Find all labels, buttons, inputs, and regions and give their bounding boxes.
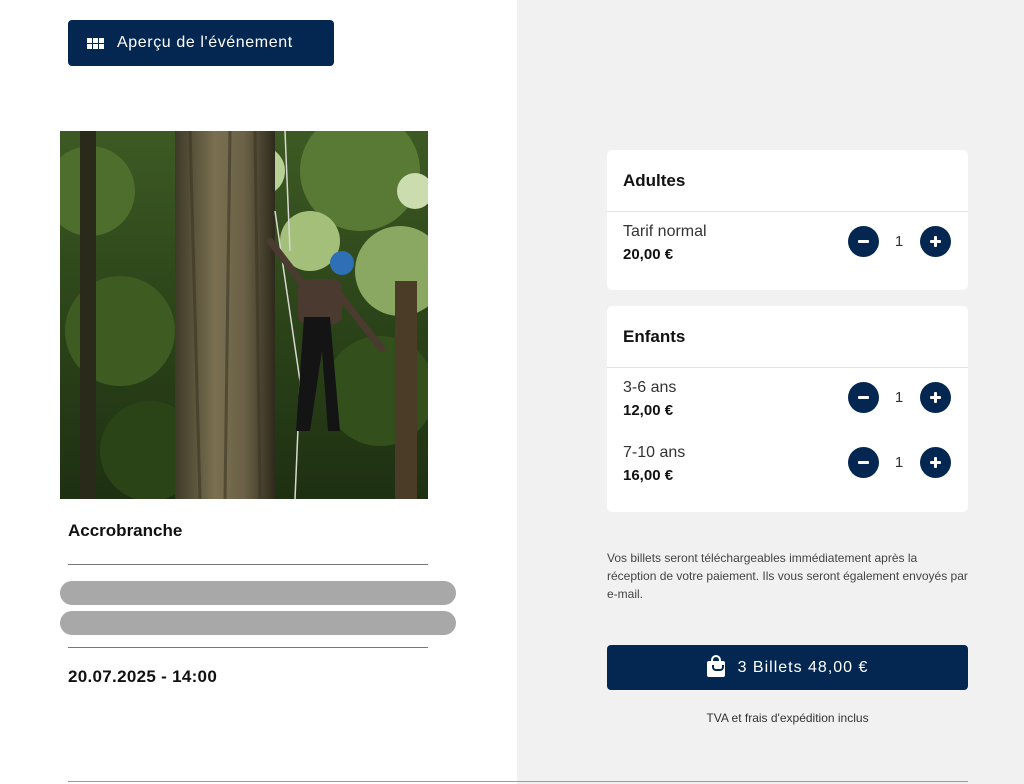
ticket-card-heading: Enfants	[607, 306, 968, 368]
redacted-info-line	[60, 611, 456, 635]
event-overview-label: Aperçu de l'événement	[117, 34, 293, 51]
ticket-card-adults: Adultes Tarif normal 20,00 € 1	[607, 150, 968, 290]
decrease-quantity-button[interactable]	[848, 226, 879, 257]
delivery-info-text: Vos billets seront téléchargeables imméd…	[607, 551, 968, 601]
event-photo	[60, 131, 428, 499]
checkout-button[interactable]: 3 Billets 48,00 €	[607, 645, 968, 690]
event-title: Accrobranche	[68, 521, 183, 540]
ticket-price: 20,00 €	[623, 246, 674, 263]
event-date: 20.07.2025 - 14:00	[68, 667, 218, 686]
ticket-label: Tarif normal	[623, 223, 707, 240]
ticket-price: 12,00 €	[623, 402, 674, 419]
vat-note: TVA et frais d'expédition inclus	[706, 711, 869, 725]
ticket-row-3-6: 3-6 ans 12,00 € 1	[607, 379, 968, 425]
ticket-card-kids: Enfants 3-6 ans 12,00 € 1 7-10 ans 16,00…	[607, 306, 968, 512]
checkout-label: 3 Billets 48,00 €	[737, 658, 869, 676]
decrease-quantity-button[interactable]	[848, 447, 879, 478]
increase-quantity-button[interactable]	[920, 382, 951, 413]
ticket-row-normal: Tarif normal 20,00 € 1	[607, 223, 968, 269]
increase-quantity-button[interactable]	[920, 447, 951, 478]
footer-divider	[68, 781, 968, 782]
quantity-value: 1	[894, 389, 904, 406]
quantity-value: 1	[894, 454, 904, 471]
ticket-row-7-10: 7-10 ans 16,00 € 1	[607, 444, 968, 490]
ticket-label: 3-6 ans	[623, 379, 677, 396]
divider	[68, 564, 428, 565]
shopping-bag-icon	[706, 654, 725, 677]
ticket-card-heading: Adultes	[607, 150, 968, 212]
increase-quantity-button[interactable]	[920, 226, 951, 257]
event-overview-button[interactable]: Aperçu de l'événement	[68, 20, 334, 66]
quantity-value: 1	[894, 233, 904, 250]
divider	[68, 647, 428, 648]
decrease-quantity-button[interactable]	[848, 382, 879, 413]
redacted-info-line	[60, 581, 456, 605]
ticket-label: 7-10 ans	[623, 444, 686, 461]
ticket-price: 16,00 €	[623, 467, 674, 484]
grid-icon	[87, 37, 104, 49]
